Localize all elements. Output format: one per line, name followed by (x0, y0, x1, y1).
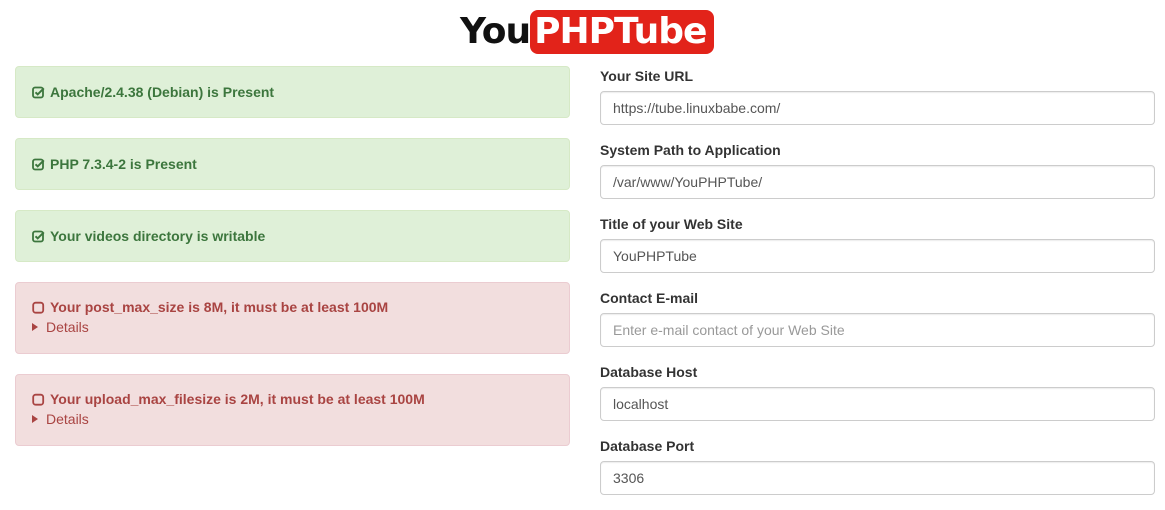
system-path-label: System Path to Application (600, 142, 781, 158)
details-toggle[interactable]: Details (32, 411, 553, 427)
db-host-input[interactable] (600, 387, 1155, 421)
check-text: Your upload_max_filesize is 2M, it must … (50, 391, 425, 407)
details-label: Details (46, 319, 89, 335)
db-port-label: Database Port (600, 438, 695, 454)
site-title-input[interactable] (600, 239, 1155, 273)
check-square-icon (32, 158, 45, 171)
check-text: Your videos directory is writable (50, 228, 266, 244)
site-url-label: Your Site URL (600, 68, 694, 84)
check-php: PHP 7.3.4-2 is Present (15, 138, 570, 190)
contact-email-label: Contact E-mail (600, 290, 699, 306)
logo-text-phptube: PHPTube (534, 11, 707, 52)
site-title-group: Title of your Web Site (600, 214, 1155, 288)
square-icon (32, 393, 45, 406)
contact-email-group: Contact E-mail (600, 288, 1155, 362)
db-port-input[interactable] (600, 461, 1155, 495)
db-host-label: Database Host (600, 364, 698, 380)
disclosure-triangle-icon (32, 415, 38, 423)
system-path-group: System Path to Application (600, 140, 1155, 214)
logo-text-you: You (460, 11, 531, 52)
site-url-group: Your Site URL (600, 66, 1155, 140)
check-apache: Apache/2.4.38 (Debian) is Present (15, 66, 570, 118)
site-url-input[interactable] (600, 91, 1155, 125)
details-label: Details (46, 411, 89, 427)
logo-badge: PHPTube (530, 10, 715, 54)
contact-email-input[interactable] (600, 313, 1155, 347)
square-icon (32, 301, 45, 314)
db-host-group: Database Host (600, 362, 1155, 436)
check-square-icon (32, 86, 45, 99)
site-logo: You PHPTube (460, 10, 715, 54)
check-text: Apache/2.4.38 (Debian) is Present (50, 84, 275, 100)
check-text: Your post_max_size is 8M, it must be at … (50, 299, 389, 315)
check-post-max-size: Your post_max_size is 8M, it must be at … (15, 282, 570, 354)
check-square-icon (32, 230, 45, 243)
system-path-input[interactable] (600, 165, 1155, 199)
details-toggle[interactable]: Details (32, 319, 553, 335)
check-text: PHP 7.3.4-2 is Present (50, 156, 197, 172)
requirements-checklist: Apache/2.4.38 (Debian) is Present PHP 7.… (15, 66, 570, 466)
check-upload-max-filesize: Your upload_max_filesize is 2M, it must … (15, 374, 570, 446)
site-title-label: Title of your Web Site (600, 216, 743, 232)
disclosure-triangle-icon (32, 323, 38, 331)
install-form: Your Site URL System Path to Application… (600, 66, 1155, 510)
check-videos-dir: Your videos directory is writable (15, 210, 570, 262)
db-port-group: Database Port (600, 436, 1155, 510)
